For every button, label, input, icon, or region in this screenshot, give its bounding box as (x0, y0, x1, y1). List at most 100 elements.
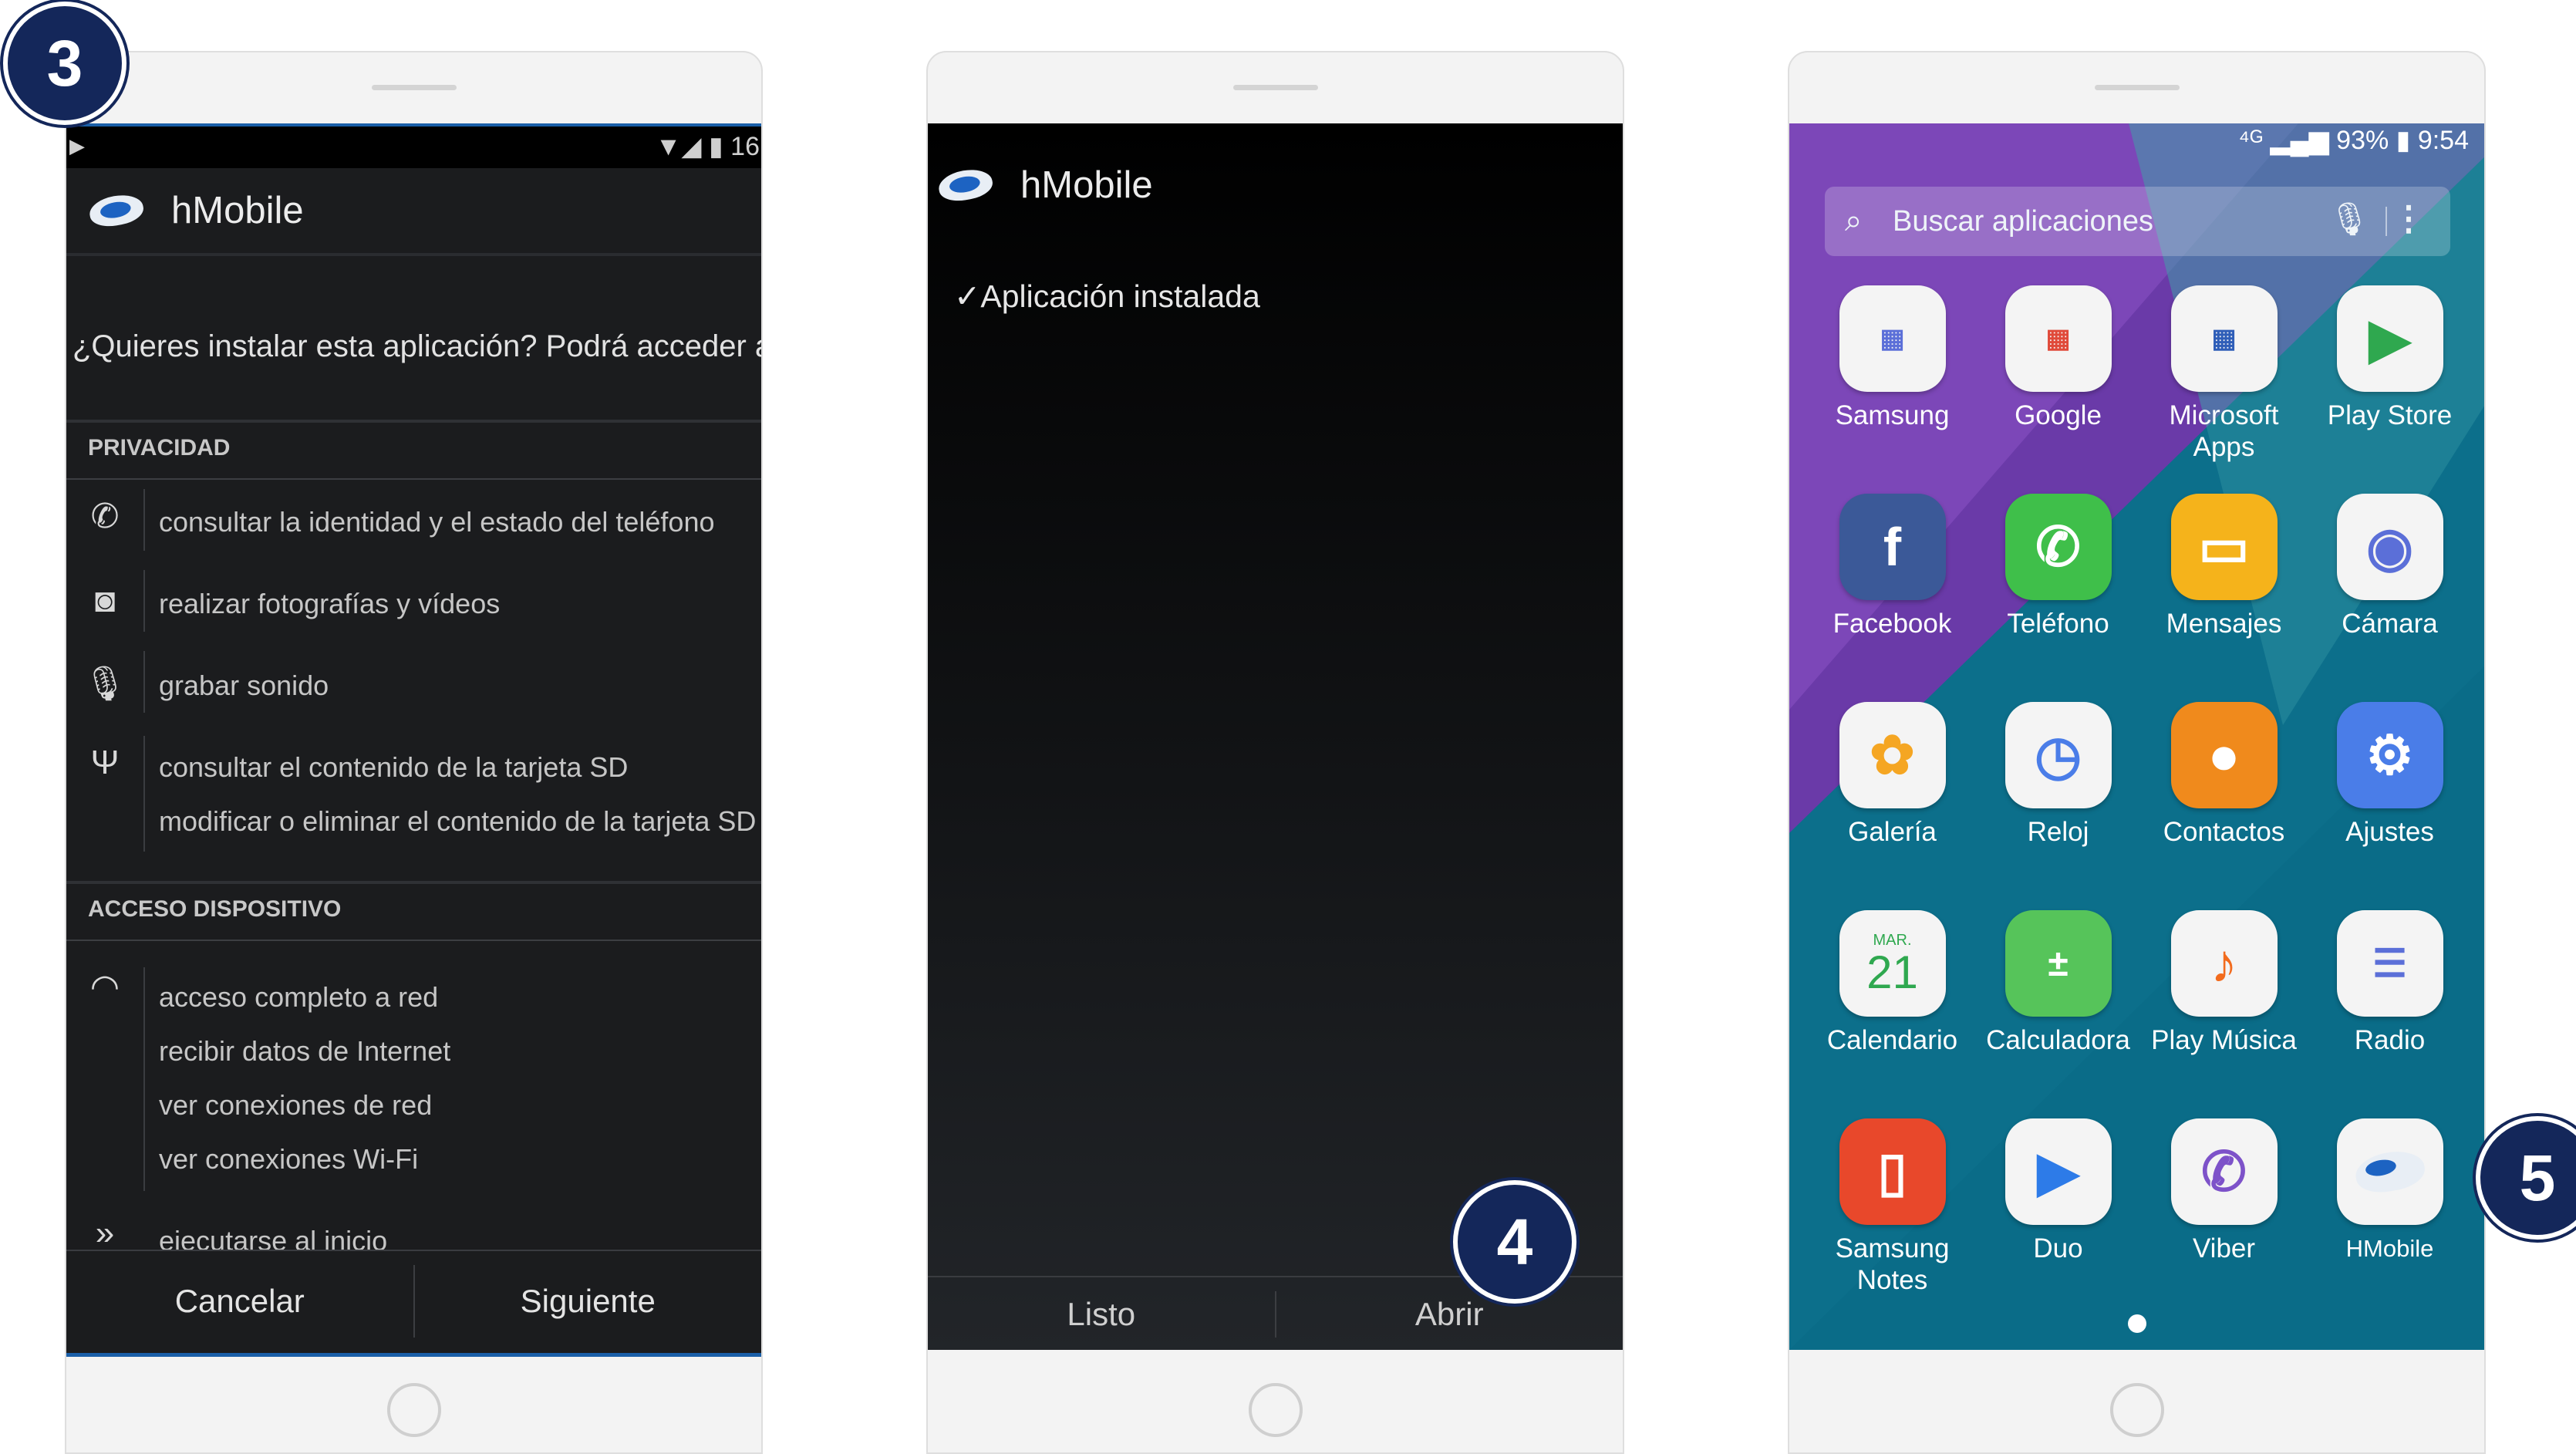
app-gallery[interactable]: ✿ Galería (1809, 702, 1975, 910)
hmobile-icon (2336, 1118, 2443, 1225)
step-badge-5: 5 (2476, 1116, 2576, 1240)
app-messages[interactable]: ▭ Mensajes (2141, 494, 2307, 702)
wifi-icon: ◠ (89, 968, 120, 1006)
app-hmobile[interactable]: HMobile (2307, 1118, 2473, 1327)
status-indicators: ▼◢ ▮ 16 (655, 132, 760, 161)
divider (143, 570, 145, 632)
speaker (371, 85, 457, 90)
app-clock[interactable]: ◷ Reloj (1975, 702, 2141, 910)
app-google[interactable]: ▦ Google (1975, 285, 2141, 494)
microphone-icon[interactable]: 🎙 (2329, 201, 2370, 238)
settings-icon: ⚙ (2336, 702, 2443, 808)
install-question: ¿Quieres instalar esta aplicación? Podrá… (72, 329, 761, 363)
done-button[interactable]: Listo (928, 1277, 1275, 1350)
next-button[interactable]: Siguiente (415, 1251, 762, 1351)
app-title-bar: hMobile (66, 168, 761, 256)
divider (143, 967, 145, 1191)
home-button[interactable] (386, 1383, 441, 1437)
usb-icon: Ψ (90, 744, 120, 781)
app-camera[interactable]: ◉ Cámara (2307, 494, 2473, 702)
perm-sd-read: consultar el contenido de la tarjeta SD (159, 751, 629, 783)
app-label: Calculadora (1986, 1025, 2130, 1055)
app-phone[interactable]: ✆ Teléfono (1975, 494, 2141, 702)
status-bar: ⁴ᴳ ▂▄▆ 93% ▮ 9:54 (2238, 125, 2469, 156)
app-label: Calendario (1826, 1025, 1958, 1055)
app-label: Cámara (2342, 609, 2438, 639)
phone-icon: ✆ (2004, 494, 2112, 600)
app-facebook[interactable]: f Facebook (1809, 494, 1975, 702)
app-label: Facebook (1833, 609, 1952, 639)
perm-net-data: recibir datos de Internet (159, 1035, 451, 1067)
app-microsoft[interactable]: ▦ Microsoft Apps (2141, 285, 2307, 494)
samsung-folder-icon: ▦ (1839, 285, 1946, 392)
app-viber[interactable]: ✆ Viber (2141, 1118, 2307, 1327)
app-title: hMobile (1020, 164, 1153, 206)
perm-camera: realizar fotografías y vídeos (159, 588, 501, 619)
step-badge-3: 3 (3, 2, 126, 125)
google-folder-icon: ▦ (2004, 285, 2112, 392)
app-label: Galería (1848, 817, 1937, 847)
open-button[interactable]: Abrir (1276, 1277, 1623, 1350)
calendar-day: 21 (1866, 946, 1918, 998)
app-label: Mensajes (2166, 609, 2282, 639)
search-bar[interactable]: ⌕ Buscar aplicaciones 🎙 ⋮ (1825, 187, 2450, 256)
cancel-button[interactable]: Cancelar (66, 1251, 413, 1351)
home-button[interactable] (1248, 1383, 1303, 1437)
app-samsung-notes[interactable]: ▯ Samsung Notes (1809, 1118, 1975, 1327)
section-device: ACCESO DISPOSITIVO (66, 881, 761, 941)
screen: hMobile ✓Aplicación instalada Listo Abri… (928, 123, 1623, 1350)
clock-icon: ◷ (2004, 702, 2112, 808)
app-label: Google (2015, 400, 2102, 430)
app-duo[interactable]: ▶ Duo (1975, 1118, 2141, 1327)
app-label: Samsung Notes (1835, 1233, 1950, 1295)
microphone-icon: 🎙 (83, 665, 126, 703)
calculator-icon: ± (2004, 910, 2112, 1017)
phone-icon: ✆ (90, 498, 120, 535)
step-badge-4: 4 (1453, 1180, 1576, 1304)
app-label: Reloj (2027, 817, 2089, 847)
play-music-icon: ♪ (2170, 910, 2278, 1017)
calendar-icon: MAR. 21 (1839, 910, 1946, 1017)
search-input[interactable]: Buscar aplicaciones (1893, 205, 2153, 238)
microsoft-folder-icon: ▦ (2170, 285, 2278, 392)
installed-label: Aplicación instalada (980, 278, 1260, 314)
divider (143, 651, 145, 713)
app-label: Ajustes (2345, 817, 2434, 847)
screen: ▶ ▼◢ ▮ 16 hMobile ¿Quieres instalar esta… (66, 123, 761, 1357)
app-title: hMobile (171, 190, 304, 231)
duo-icon: ▶ (2004, 1118, 2112, 1225)
app-grid: ▦ Samsung ▦ Google ▦ Microsoft Apps ▶ Play S… (1809, 285, 2473, 1327)
app-play-music[interactable]: ♪ Play Música (2141, 910, 2307, 1118)
section-privacy: PRIVACIDAD (66, 420, 761, 480)
app-label: Duo (2033, 1233, 2083, 1263)
app-label: Play Música (2151, 1025, 2297, 1055)
speaker (1232, 85, 1318, 90)
app-title-bar: hMobile (928, 123, 1623, 247)
status-battery-time: 93% ▮ 9:54 (2336, 126, 2469, 155)
screen: ⁴ᴳ ▂▄▆ 93% ▮ 9:54 ⌕ Buscar aplicaciones … (1789, 123, 2484, 1350)
perm-phone: consultar la identidad y el estado del t… (159, 506, 715, 538)
status-bar: ▶ ▼◢ ▮ 16 (66, 127, 761, 168)
more-options-icon[interactable]: ⋮ (2392, 199, 2426, 238)
samsung-notes-icon: ▯ (1839, 1118, 1946, 1225)
hmobile-logo-icon (87, 191, 146, 230)
app-radio[interactable]: ☰ Radio (2307, 910, 2473, 1118)
phone-install-permissions: ▶ ▼◢ ▮ 16 hMobile ¿Quieres instalar esta… (65, 51, 763, 1454)
home-button[interactable] (2109, 1383, 2164, 1437)
app-samsung[interactable]: ▦ Samsung (1809, 285, 1975, 494)
divider (2385, 207, 2387, 236)
radio-icon: ☰ (2336, 910, 2443, 1017)
app-play-store[interactable]: ▶ Play Store (2307, 285, 2473, 494)
app-calendar[interactable]: MAR. 21 Calendario (1809, 910, 1975, 1118)
app-label: HMobile (2345, 1235, 2434, 1262)
app-label: Viber (2192, 1233, 2256, 1263)
perm-sd-write: modificar o eliminar el contenido de la … (159, 805, 757, 837)
app-contacts[interactable]: ● Contactos (2141, 702, 2307, 910)
app-calculator[interactable]: ± Calculadora (1975, 910, 2141, 1118)
app-label: Teléfono (2007, 609, 2109, 639)
divider (143, 736, 145, 852)
app-label: Radio (2354, 1025, 2426, 1055)
play-icon: ▶ (69, 134, 85, 157)
button-bar: Cancelar Siguiente (66, 1250, 761, 1351)
app-settings[interactable]: ⚙ Ajustes (2307, 702, 2473, 910)
